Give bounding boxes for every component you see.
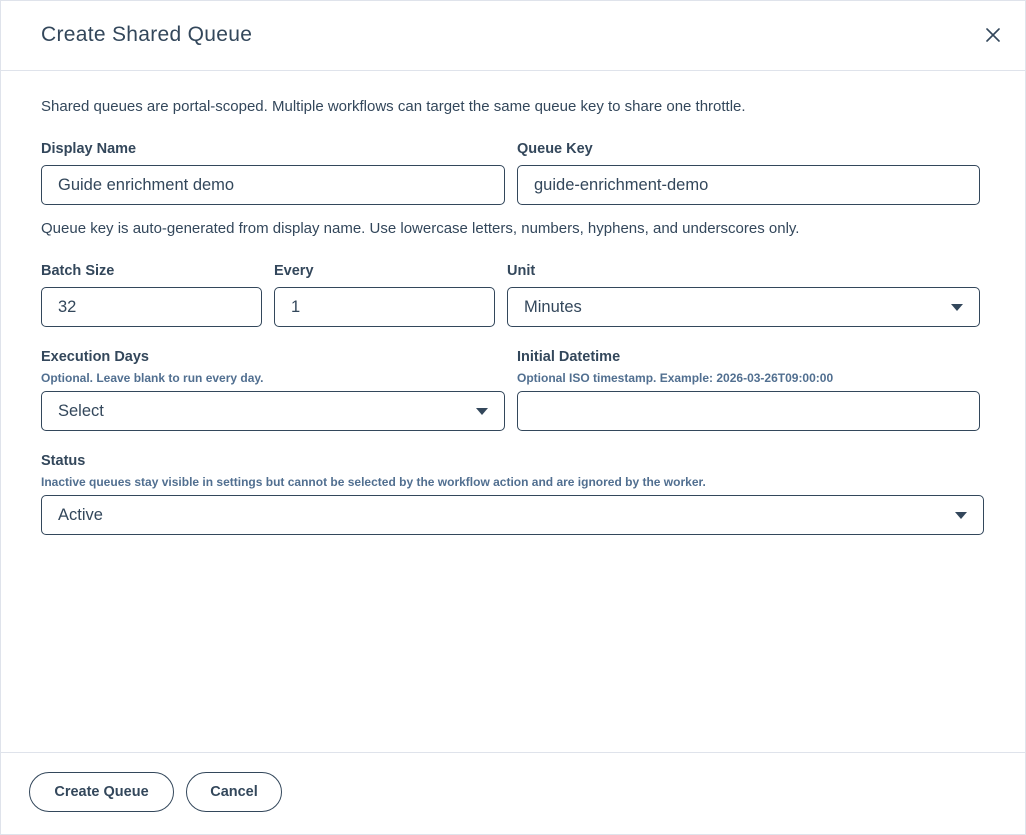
status-hint: Inactive queues stay visible in settings… — [41, 475, 706, 489]
unit-selected-value: Minutes — [524, 297, 582, 316]
chevron-down-icon — [955, 511, 967, 519]
dialog-header: Create Shared Queue — [1, 1, 1025, 71]
chevron-down-icon — [476, 407, 488, 415]
initial-datetime-label: Initial Datetime — [517, 349, 621, 365]
status-select[interactable]: Active — [41, 495, 984, 535]
queue-key-help-text: Queue key is auto-generated from display… — [41, 220, 800, 237]
every-input[interactable] — [274, 287, 495, 327]
every-label: Every — [274, 263, 314, 279]
unit-label: Unit — [507, 263, 536, 279]
queue-key-input[interactable] — [517, 165, 980, 205]
create-shared-queue-dialog: Create Shared Queue Shared queues are po… — [0, 0, 1026, 835]
execution-days-hint: Optional. Leave blank to run every day. — [41, 371, 264, 385]
execution-days-select[interactable]: Select — [41, 391, 505, 431]
dialog-footer: Create Queue Cancel — [1, 752, 1025, 835]
queue-key-label: Queue Key — [517, 141, 593, 157]
initial-datetime-input[interactable] — [517, 391, 980, 431]
execution-days-label: Execution Days — [41, 349, 149, 365]
batch-size-input[interactable] — [41, 287, 262, 327]
dialog-description: Shared queues are portal-scoped. Multipl… — [41, 98, 746, 115]
display-name-label: Display Name — [41, 141, 137, 157]
create-queue-button[interactable]: Create Queue — [29, 772, 174, 812]
status-label: Status — [41, 453, 86, 469]
cancel-button[interactable]: Cancel — [186, 772, 282, 812]
status-selected-value: Active — [58, 505, 103, 524]
unit-select[interactable]: Minutes — [507, 287, 980, 327]
initial-datetime-hint: Optional ISO timestamp. Example: 2026-03… — [517, 371, 834, 385]
close-button[interactable] — [983, 25, 1003, 45]
execution-days-selected-value: Select — [58, 401, 104, 420]
display-name-input[interactable] — [41, 165, 505, 205]
dialog-title: Create Shared Queue — [41, 23, 253, 46]
chevron-down-icon — [951, 303, 963, 311]
batch-size-label: Batch Size — [41, 263, 115, 279]
close-icon — [986, 28, 1000, 42]
